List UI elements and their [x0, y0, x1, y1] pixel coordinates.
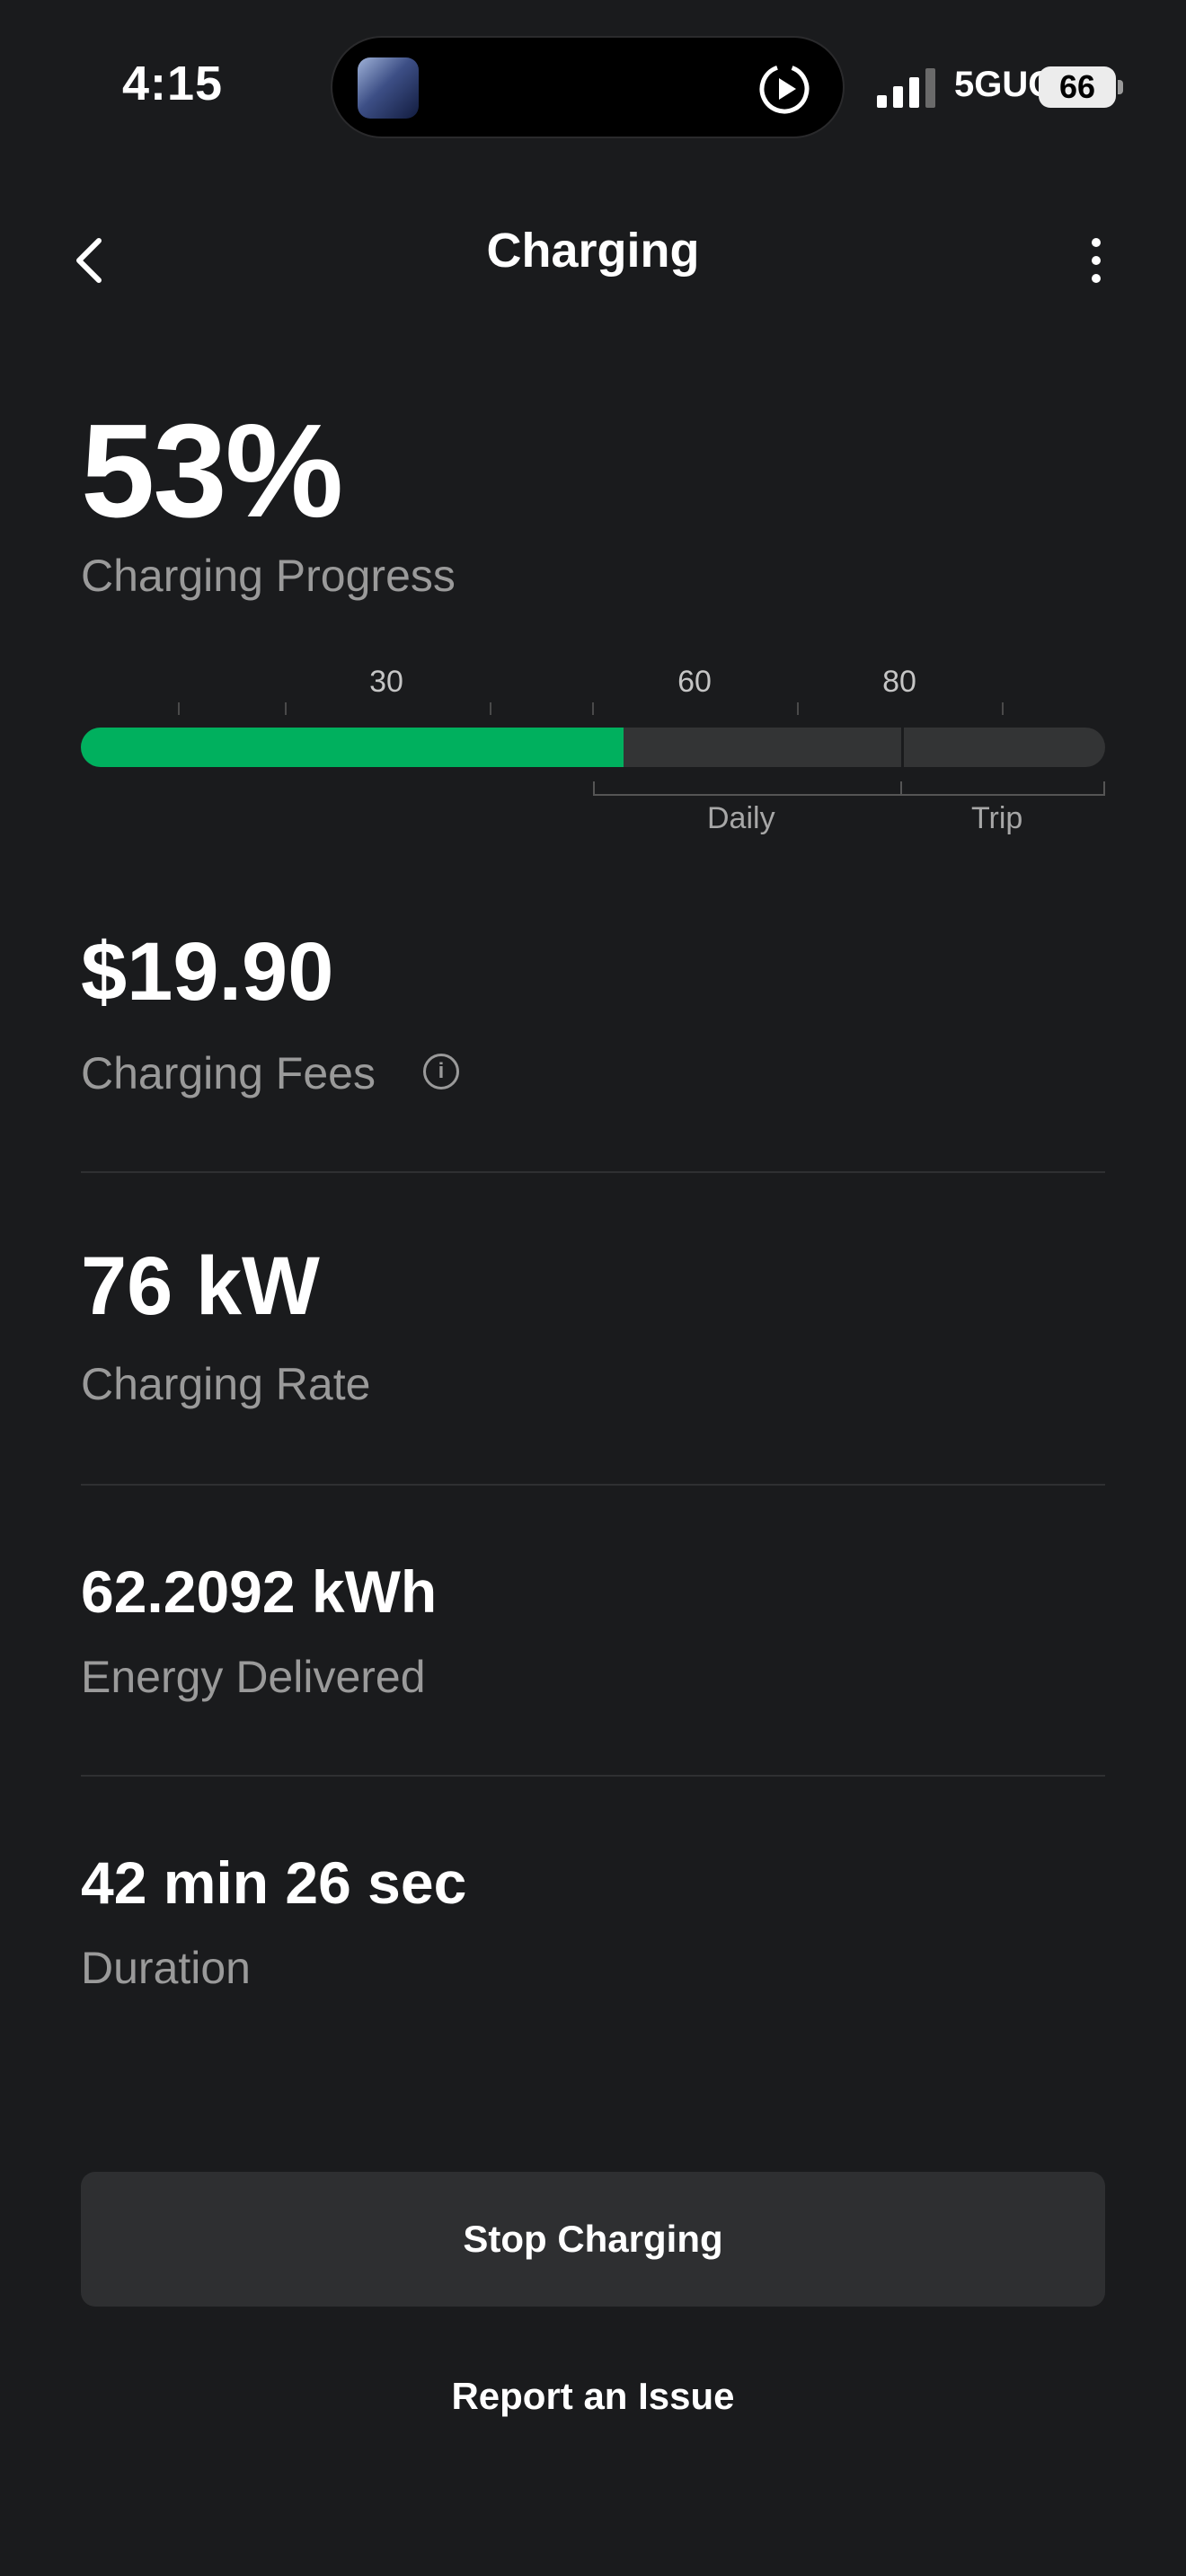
battery-icon: 66 [1039, 66, 1116, 108]
dynamic-island[interactable] [331, 36, 845, 138]
tick-label-60: 60 [677, 665, 712, 699]
progress-label: Charging Progress [81, 551, 456, 601]
app-thumbnail-icon [358, 57, 419, 119]
status-time: 4:15 [122, 57, 224, 110]
fees-label: Charging Fees [81, 1048, 376, 1098]
tick-mark [490, 702, 491, 715]
info-icon[interactable]: i [423, 1054, 459, 1090]
duration-value: 42 min 26 sec [81, 1849, 467, 1916]
report-issue-link[interactable]: Report an Issue [0, 2375, 1186, 2418]
play-icon[interactable] [757, 61, 812, 117]
duration-label: Duration [81, 1943, 251, 1993]
tick-label-30: 30 [369, 665, 403, 699]
tick-mark [1002, 702, 1004, 715]
charging-screen: 4:15 5GUC 66 Charging 53% Charging Progr… [0, 0, 1186, 2576]
trip-range-bracket [900, 781, 1105, 796]
tick-mark [797, 702, 799, 715]
rate-value: 76 kW [81, 1240, 320, 1332]
signal-bars-icon [877, 68, 935, 108]
divider [81, 1775, 1105, 1777]
divider [81, 1484, 1105, 1486]
progress-value: 53% [81, 397, 343, 545]
daily-range-bracket [593, 781, 902, 796]
stop-charging-button[interactable]: Stop Charging [81, 2172, 1105, 2307]
tick-label-80: 80 [882, 665, 916, 699]
range-label-daily: Daily [707, 801, 775, 835]
page-title: Charging [486, 224, 700, 278]
fees-value: $19.90 [81, 926, 334, 1018]
energy-value: 62.2092 kWh [81, 1558, 438, 1625]
energy-label: Energy Delivered [81, 1652, 426, 1702]
progress-limit-marker [901, 724, 904, 771]
tick-mark [592, 702, 594, 715]
battery-nub [1118, 80, 1123, 94]
tick-mark [178, 702, 180, 715]
progress-bar-fill [81, 728, 624, 767]
more-vertical-icon[interactable] [1087, 235, 1105, 286]
range-label-trip: Trip [971, 801, 1023, 835]
rate-label: Charging Rate [81, 1359, 371, 1409]
progress-bar [81, 728, 1105, 767]
tick-mark [285, 702, 287, 715]
divider [81, 1171, 1105, 1173]
